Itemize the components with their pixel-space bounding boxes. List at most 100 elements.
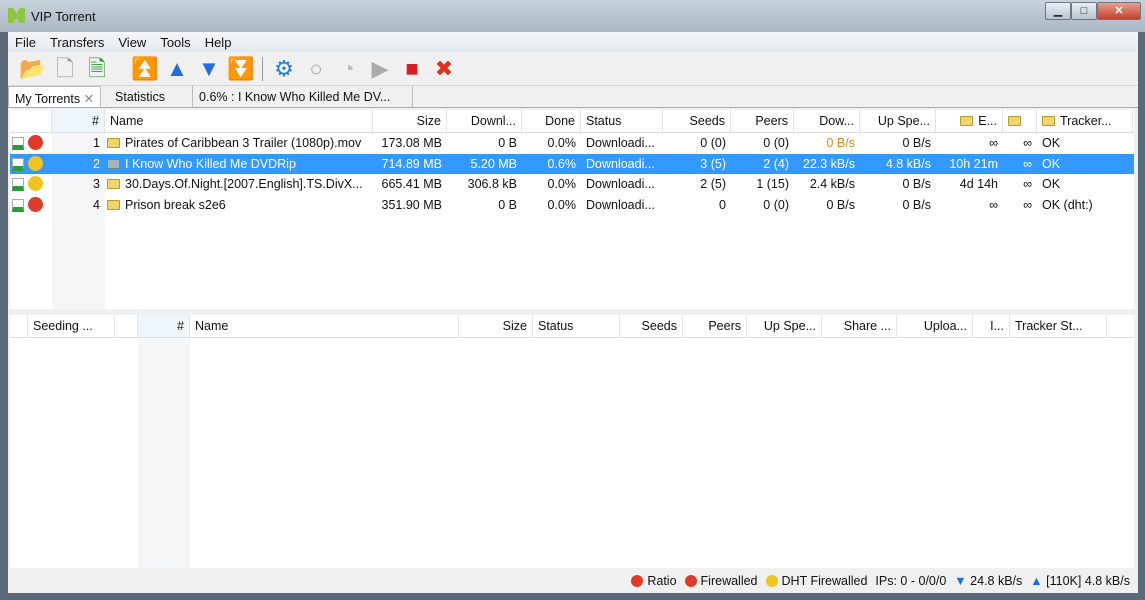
folder-icon <box>960 116 974 126</box>
dht-status[interactable]: DHT Firewalled <box>765 574 867 588</box>
column-header[interactable]: # <box>138 315 190 337</box>
column-header[interactable]: Status <box>581 110 663 132</box>
cell-seeds: 3 (5) <box>700 156 726 171</box>
menu-transfers[interactable]: Transfers <box>43 35 111 50</box>
force-start-icon: ◔ <box>341 55 355 81</box>
cell-tracker: OK (dht:) <box>1042 197 1093 212</box>
tab-torrent-detail[interactable]: 0.6% : I Know Who Killed Me DV... <box>193 86 414 107</box>
column-header[interactable]: Seeds <box>620 315 683 337</box>
upload-speed-status[interactable]: ▲ [110K] 4.8 kB/s <box>1030 574 1130 588</box>
queue-button[interactable]: ○ <box>303 56 329 82</box>
cell-down: 0 B <box>498 197 517 212</box>
cell-eta: 4d 14h <box>959 177 998 192</box>
column-header[interactable] <box>10 110 52 132</box>
close-tab-icon[interactable]: ✕ <box>84 92 94 106</box>
move-bottom-icon: ⏬ <box>227 55 255 81</box>
column-header[interactable]: # <box>52 110 105 132</box>
column-header[interactable]: Size <box>459 315 533 337</box>
close-button[interactable]: ✕ <box>1097 2 1141 20</box>
column-header[interactable]: Status <box>533 315 620 337</box>
force-start-button[interactable]: ◔ <box>335 56 361 82</box>
column-header[interactable]: Done <box>522 110 581 132</box>
folder-icon <box>107 179 120 190</box>
cell-num: 4 <box>93 197 100 212</box>
new-torrent-button[interactable]: 🗋 <box>52 56 78 82</box>
remove-button[interactable]: ✖ <box>431 56 457 82</box>
open-url-button[interactable]: 🗎 <box>84 56 110 82</box>
column-header[interactable]: Downl... <box>447 110 522 132</box>
cell-down: 5.20 MB <box>470 156 517 171</box>
column-header[interactable]: Seeds <box>663 110 731 132</box>
cell-size: 173.08 MB <box>381 136 442 151</box>
move-up-button[interactable]: ▲ <box>164 56 190 82</box>
cell-size: 665.41 MB <box>381 177 442 192</box>
firewalled-status[interactable]: Firewalled <box>684 574 758 588</box>
move-top-button[interactable]: ⏫ <box>131 56 158 82</box>
cell-dspeed: 22.3 kB/s <box>802 156 855 171</box>
file-icon <box>12 137 24 151</box>
column-header[interactable]: Share ... <box>822 315 897 337</box>
menu-help[interactable]: Help <box>198 35 239 50</box>
move-down-icon: ▼ <box>198 55 220 81</box>
column-header[interactable]: Tracker St... <box>1010 315 1107 337</box>
torrent-row[interactable]: 1 Pirates of Caribbean 3 Trailer (1080p).… <box>10 133 1134 154</box>
start-icon: ▶ <box>371 55 389 81</box>
column-header[interactable] <box>10 315 28 337</box>
cell-size: 714.89 MB <box>381 156 442 171</box>
seeding-list-header: Seeding ... # Name Size Status Seeds Peers Up S… <box>10 315 1134 338</box>
column-header[interactable]: Name <box>190 315 459 337</box>
column-label: Up Spe... <box>877 114 930 128</box>
column-header[interactable]: E... <box>936 110 1003 132</box>
move-bottom-button[interactable]: ⏬ <box>227 55 255 82</box>
column-label: Tracker... <box>1060 114 1112 128</box>
window-title: VIP Torrent <box>31 9 96 24</box>
stop-button[interactable]: ■ <box>399 56 425 82</box>
settings-button[interactable]: ⚙ <box>271 56 297 82</box>
column-header[interactable] <box>1003 110 1037 132</box>
upload-speed: [110K] 4.8 kB/s <box>1046 574 1130 588</box>
column-label: Seeds <box>689 114 725 128</box>
cell-num: 1 <box>93 136 100 151</box>
folder-icon <box>1008 116 1021 126</box>
menu-tools[interactable]: Tools <box>153 35 197 50</box>
column-header[interactable]: Peers <box>683 315 747 337</box>
cell-seeds: 2 (5) <box>700 177 726 192</box>
column-header[interactable]: Peers <box>731 110 794 132</box>
yellow-dot-icon <box>765 575 778 587</box>
cell-state <box>10 155 52 172</box>
column-header[interactable]: Uploa... <box>897 315 973 337</box>
maximize-button[interactable]: □ <box>1071 2 1097 20</box>
cell-c2: ∞ <box>1023 156 1032 171</box>
move-down-button[interactable]: ▼ <box>196 56 222 82</box>
column-header[interactable]: Dow... <box>794 110 860 132</box>
cell-down: 306.8 kB <box>467 177 517 192</box>
file-icon <box>12 198 24 212</box>
column-header[interactable]: Tracker... <box>1037 110 1133 132</box>
column-header[interactable] <box>115 315 138 337</box>
column-label: Peers <box>755 114 788 128</box>
cell-status: Downloadi... <box>586 136 655 151</box>
column-header[interactable]: Name <box>105 110 373 132</box>
column-header[interactable]: Up Spe... <box>747 315 822 337</box>
menu-file[interactable]: File <box>8 35 43 50</box>
torrent-row[interactable]: 2 I Know Who Killed Me DVDRip 714.89 MB 5.2… <box>10 153 1134 174</box>
column-header[interactable]: I... <box>973 315 1010 337</box>
column-header[interactable]: Seeding ... <box>28 315 115 337</box>
torrent-row[interactable]: 3 30.Days.Of.Night.[2007.English].TS.DivX… <box>10 174 1134 195</box>
tab-my-torrents[interactable]: My Torrents ✕ <box>8 86 102 107</box>
ratio-status[interactable]: Ratio <box>631 574 677 588</box>
open-url-icon: 🗎 <box>88 55 106 81</box>
start-button[interactable]: ▶ <box>367 56 393 82</box>
torrent-row[interactable]: 4 Prison break s2e6 351.90 MB 0 B 0.0% Downlo… <box>10 195 1134 216</box>
sorted-column-shade <box>138 338 190 568</box>
cell-done: 0.0% <box>547 136 577 151</box>
download-speed-status[interactable]: ▼ 24.8 kB/s <box>954 574 1022 588</box>
cell-down: 0 B <box>498 136 517 151</box>
open-torrent-button[interactable]: 📂 <box>19 56 46 82</box>
column-header[interactable]: Size <box>373 110 447 132</box>
tab-statistics[interactable]: Statistics <box>101 86 194 107</box>
column-header[interactable]: Up Spe... <box>860 110 936 132</box>
tab-bar: My Torrents ✕ Statistics 0.6% : I Know W… <box>8 86 1138 108</box>
minimize-button[interactable]: ▁ <box>1045 2 1071 20</box>
menu-view[interactable]: View <box>111 35 153 50</box>
